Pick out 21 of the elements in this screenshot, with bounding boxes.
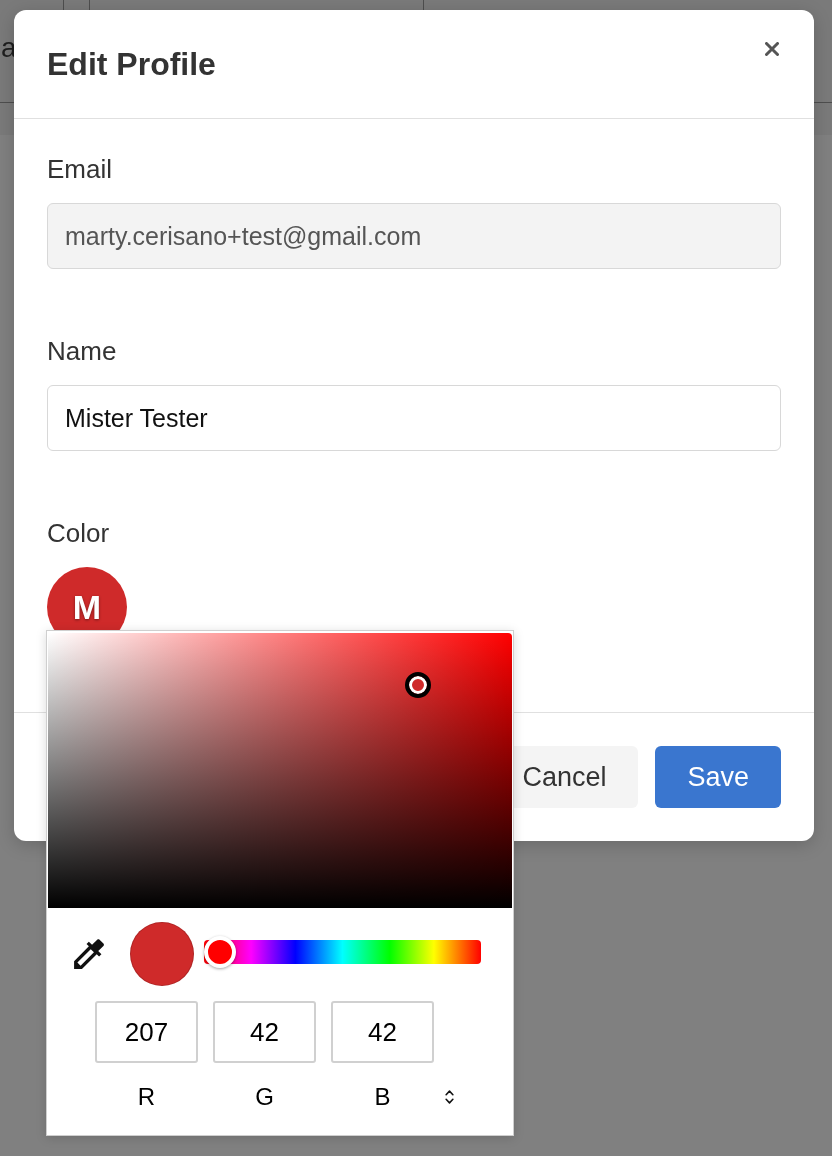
rgb-value-field[interactable]: 207 [95,1001,198,1063]
picker-handle[interactable] [404,671,431,698]
hue-slider[interactable] [204,940,481,964]
color-gradient-area[interactable] [48,633,512,908]
rgb-value-field[interactable]: 42 [331,1001,434,1063]
field-label: Email [47,154,112,184]
dialog-title: Edit Profile [47,45,216,83]
format-toggle-button[interactable] [442,1087,456,1107]
field-label: Color [47,518,110,548]
channel-label: R [136,1083,157,1111]
field-label: Name [47,336,117,366]
channel-label: B [373,1083,392,1111]
text-field[interactable]: Mister Tester [47,385,781,451]
rgb-value-field[interactable]: 42 [213,1001,316,1063]
up-down-chevron-icon [444,1089,454,1105]
save-button[interactable]: Save [655,746,781,808]
eyedropper-button[interactable] [74,939,104,969]
channel-label: G [254,1083,275,1111]
color-swatch-icon [130,922,194,986]
close-icon [765,42,779,56]
eyedropper-icon [74,939,104,969]
